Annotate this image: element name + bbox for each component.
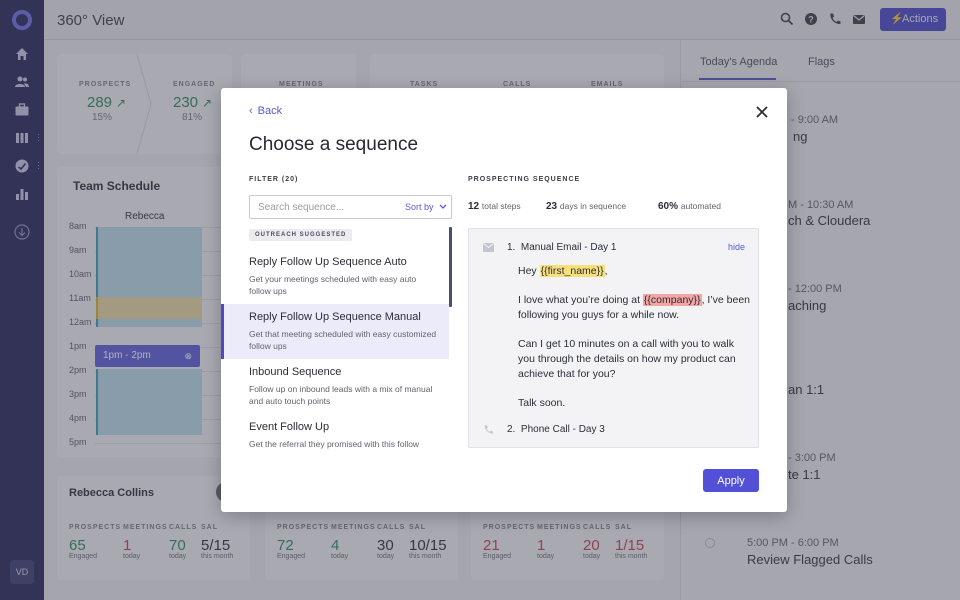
step-title: Phone Call - Day 3 — [520, 424, 605, 435]
close-icon[interactable] — [755, 105, 769, 119]
company-token: {{company}} — [642, 294, 702, 306]
chevron-left-icon: ‹ — [249, 105, 253, 117]
email-greeting-end: , — [604, 265, 608, 277]
prospecting-sequence-label: PROSPECTING SEQUENCE — [468, 176, 581, 183]
email-preview: Hey {{first_name}}, I love what you’re d… — [518, 264, 750, 425]
first-name-token: {{first_name}} — [539, 265, 605, 277]
hide-link[interactable]: hide — [728, 242, 745, 252]
sort-by-dropdown[interactable]: Sort by — [405, 202, 447, 212]
search-box: Sort by — [249, 195, 452, 219]
search-input[interactable] — [250, 196, 395, 218]
stat-value: 60% — [658, 201, 679, 212]
sequence-description: Get your meetings scheduled with easy au… — [249, 274, 417, 296]
sequence-item[interactable]: Reply Follow Up Sequence Auto Get your me… — [221, 249, 449, 304]
scrollbar[interactable] — [449, 227, 452, 307]
email-signoff: Talk soon. — [518, 397, 566, 409]
apply-button[interactable]: Apply — [703, 469, 759, 492]
step-2[interactable]: 2. Phone Call - Day 3 — [507, 424, 605, 435]
email-text: Can I get 10 minutes on a call with you … — [518, 338, 736, 380]
sequence-description: Get that meeting scheduled with easy cus… — [249, 329, 437, 351]
sequence-item[interactable]: Inbound Sequence Follow up on inbound lea… — [221, 359, 449, 414]
phone-icon — [484, 425, 493, 434]
back-link[interactable]: ‹ Back — [249, 105, 282, 117]
sequence-item[interactable]: Event Follow Up Get the referral they pro… — [221, 414, 449, 469]
step-number: 1. — [507, 242, 516, 253]
stat-label: automated — [680, 201, 721, 211]
stat-value: 23 — [546, 201, 558, 212]
sequence-item[interactable]: Reply Follow Up Sequence Manual Get that … — [221, 304, 449, 359]
stat-total-steps: 12 total steps — [468, 201, 521, 212]
stat-label: days in sequence — [559, 201, 627, 211]
stat-value: 12 — [468, 201, 480, 212]
stat-label: total steps — [481, 201, 521, 211]
sequence-name: Reply Follow Up Sequence Auto — [249, 256, 407, 268]
sequence-name: Reply Follow Up Sequence Manual — [249, 311, 421, 323]
filter-label: FILTER (20) — [249, 176, 299, 183]
step-title: Manual Email - Day 1 — [520, 242, 617, 253]
email-greeting: Hey — [518, 265, 537, 277]
sequence-description: Follow up on inbound leads with a mix of… — [249, 384, 433, 406]
sequence-description: Get the referral they promised with this… — [249, 439, 420, 449]
outreach-suggested-badge: OUTREACH SUGGESTED — [249, 229, 353, 241]
mail-icon — [483, 243, 494, 252]
sort-by-label: Sort by — [405, 202, 434, 212]
back-label: Back — [257, 105, 283, 117]
step-number: 2. — [507, 424, 516, 435]
chevron-down-icon — [439, 204, 447, 209]
choose-sequence-modal: ‹ Back Choose a sequence FILTER (20) Sort… — [221, 88, 787, 512]
sequence-steps: 1. Manual Email - Day 1 hide Hey {{first… — [468, 228, 759, 448]
stat-automated: 60% automated — [658, 201, 721, 212]
sequence-name: Inbound Sequence — [249, 366, 342, 378]
sequence-name: Event Follow Up — [249, 421, 330, 433]
modal-title: Choose a sequence — [249, 134, 419, 155]
stat-days: 23 days in sequence — [546, 201, 626, 212]
step-1[interactable]: 1. Manual Email - Day 1 — [507, 242, 617, 253]
email-text: I love what you’re doing at — [518, 294, 640, 306]
